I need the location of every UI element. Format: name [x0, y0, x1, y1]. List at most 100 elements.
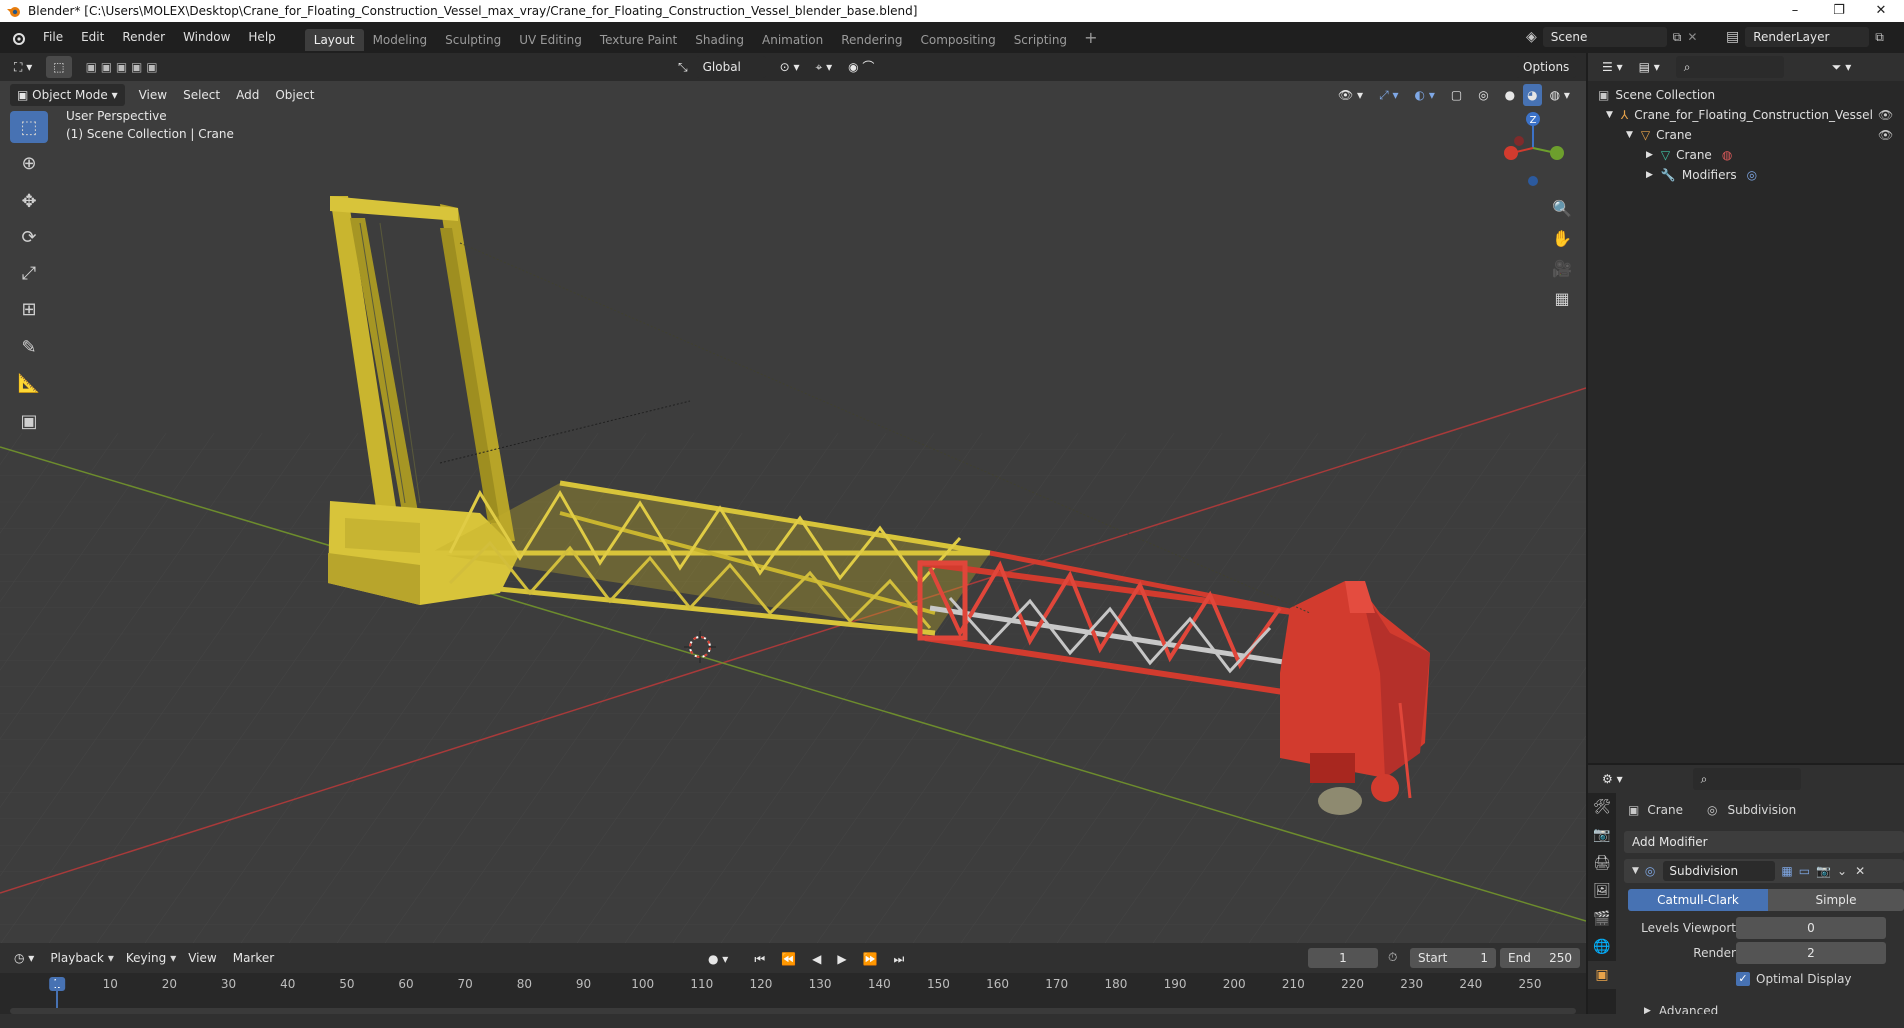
workspace-tab-scripting[interactable]: Scripting: [1005, 29, 1076, 51]
scene-icon[interactable]: ◈: [1526, 29, 1537, 45]
viewport-toggle-icon[interactable]: ▭: [1799, 864, 1810, 878]
expand-arrow-icon[interactable]: ▼: [1606, 105, 1613, 125]
simple-option[interactable]: Simple: [1768, 889, 1904, 911]
workspace-tab-uv-editing[interactable]: UV Editing: [510, 29, 591, 51]
new-scene-icon[interactable]: ⧉: [1673, 30, 1682, 45]
add-cube-tool-icon[interactable]: ▣: [10, 405, 48, 437]
add-workspace-icon[interactable]: +: [1084, 28, 1097, 47]
view-layer-tab-icon[interactable]: 🖼: [1588, 877, 1616, 905]
move-tool-icon[interactable]: ✥: [10, 185, 48, 217]
annotate-tool-icon[interactable]: ✎: [10, 331, 48, 363]
ortho-grid-icon[interactable]: ▦: [1547, 283, 1577, 313]
workspace-tab-modeling[interactable]: Modeling: [364, 29, 437, 51]
proportional-edit-icon[interactable]: ◉ ⌒: [840, 56, 882, 78]
tool-tab-icon[interactable]: 🛠: [1588, 793, 1616, 821]
workspace-tab-texture-paint[interactable]: Texture Paint: [591, 29, 686, 51]
viewport-menu-select[interactable]: Select: [175, 84, 228, 106]
viewport-menu-add[interactable]: Add: [228, 84, 267, 106]
catmull-clark-option[interactable]: Catmull-Clark: [1628, 889, 1768, 911]
camera-view-icon[interactable]: 🎥: [1547, 253, 1577, 283]
workspace-tab-compositing[interactable]: Compositing: [911, 29, 1004, 51]
modifier-menu-icon[interactable]: ⌄: [1837, 864, 1847, 878]
editor-type-icon[interactable]: ⛶ ▾: [6, 56, 40, 78]
scale-tool-icon[interactable]: ⤢: [10, 257, 48, 289]
scene-tab-icon[interactable]: 🎬: [1588, 905, 1616, 933]
output-tab-icon[interactable]: 🖨: [1588, 849, 1616, 877]
workspace-tab-layout[interactable]: Layout: [304, 29, 364, 51]
blender-menu-icon[interactable]: [10, 30, 26, 46]
workspace-tab-animation[interactable]: Animation: [753, 29, 832, 51]
minimize-button[interactable]: –: [1772, 0, 1818, 22]
world-tab-icon[interactable]: 🌐: [1588, 933, 1616, 961]
modifier-name-input[interactable]: Subdivision: [1663, 861, 1776, 881]
view-layer-icon[interactable]: ▤: [1726, 29, 1739, 45]
options-dropdown[interactable]: Options: [1516, 56, 1577, 78]
outliner-item-crane-object[interactable]: ▼ ▽ Crane 👁: [1626, 125, 1893, 145]
selection-mode-icons[interactable]: ▣ ▣ ▣ ▣ ▣: [78, 56, 166, 78]
workspace-tab-sculpting[interactable]: Sculpting: [436, 29, 510, 51]
workspace-tab-rendering[interactable]: Rendering: [832, 29, 911, 51]
cursor-tool-icon[interactable]: ⊕: [10, 147, 48, 179]
outliner-item-root-empty[interactable]: ▼ ⅄ Crane_for_Floating_Construction_Vess…: [1606, 105, 1893, 125]
view-layer-selector[interactable]: RenderLayer: [1745, 27, 1870, 47]
filter-icon[interactable]: ⏷ ▾: [1824, 56, 1859, 78]
render-levels-field[interactable]: 2: [1736, 942, 1886, 964]
snap-icon[interactable]: ⌖ ▾: [808, 56, 841, 78]
viewport-menu-view[interactable]: View: [131, 84, 175, 106]
outliner-item-modifiers[interactable]: ▶ 🔧 Modifiers ◎: [1646, 165, 1757, 185]
new-view-layer-icon[interactable]: ⧉: [1875, 30, 1884, 45]
xray-icon[interactable]: ▢: [1443, 84, 1470, 106]
menu-render[interactable]: Render: [113, 22, 174, 53]
close-window-button[interactable]: ✕: [1858, 0, 1904, 22]
timeline-frame-ruler[interactable]: 1102030405060708090100110120130140150160…: [0, 943, 1586, 1003]
visibility-icon[interactable]: 👁 ▾: [1330, 84, 1371, 106]
menu-window[interactable]: Window: [174, 22, 239, 53]
render-tab-icon[interactable]: 📷: [1588, 821, 1616, 849]
add-modifier-button[interactable]: Add Modifier: [1624, 831, 1904, 853]
properties-search-input[interactable]: ⌕: [1692, 768, 1801, 790]
pan-hand-icon[interactable]: ✋: [1547, 223, 1577, 253]
optimal-display-checkbox-row[interactable]: ✓ Optimal Display: [1736, 969, 1852, 989]
restore-button[interactable]: ❐: [1816, 0, 1862, 22]
shading-material-icon[interactable]: ◕: [1523, 84, 1542, 106]
transform-orientation-icon[interactable]: ⤡: [670, 56, 696, 78]
visibility-eye-icon[interactable]: 👁: [1878, 105, 1893, 125]
pivot-point-icon[interactable]: ⊙ ▾: [772, 56, 808, 78]
rotate-tool-icon[interactable]: ⟳: [10, 221, 48, 253]
display-mode-icon[interactable]: ▤ ▾: [1631, 56, 1668, 78]
remove-modifier-icon[interactable]: ✕: [1855, 864, 1865, 878]
viewport-scene[interactable]: Z: [0, 53, 1586, 943]
playhead[interactable]: [56, 978, 58, 1008]
visibility-eye-icon[interactable]: 👁: [1878, 125, 1893, 145]
object-mode-dropdown[interactable]: ▣ Object Mode ▾: [10, 84, 125, 106]
overlay-toggle-icon[interactable]: ◐ ▾: [1407, 84, 1443, 106]
menu-help[interactable]: Help: [239, 22, 284, 53]
viewport-menu-object[interactable]: Object: [267, 84, 322, 106]
collapse-arrow-icon[interactable]: ▶: [1646, 145, 1653, 165]
zoom-icon[interactable]: 🔍: [1547, 193, 1577, 223]
levels-viewport-field[interactable]: 0: [1736, 917, 1886, 939]
measure-tool-icon[interactable]: 📐: [10, 367, 48, 399]
menu-edit[interactable]: Edit: [72, 22, 113, 53]
object-tab-icon[interactable]: ▣: [1588, 961, 1616, 989]
select-tool-icon[interactable]: ⬚: [46, 56, 72, 78]
gizmo-toggle-icon[interactable]: ⤢ ▾: [1371, 84, 1406, 106]
shading-solid-icon[interactable]: ●: [1497, 84, 1523, 106]
collapse-arrow-icon[interactable]: ▶: [1646, 165, 1653, 185]
properties-editor-type-icon[interactable]: ⚙ ▾: [1594, 768, 1631, 790]
shading-rendered-icon[interactable]: ◍ ▾: [1542, 84, 1578, 106]
delete-scene-icon[interactable]: ✕: [1687, 30, 1697, 44]
select-box-icon[interactable]: ⬚: [10, 111, 48, 143]
outliner-editor-type-icon[interactable]: ☰ ▾: [1594, 56, 1631, 78]
scene-collection-row[interactable]: ▣ Scene Collection: [1598, 85, 1715, 105]
3d-viewport[interactable]: Z ⛶ ▾ ⬚ ▣ ▣ ▣ ▣ ▣ ⤡ Global ⊙ ▾ ⌖ ▾ ◉ ⌒ O…: [0, 53, 1586, 943]
transform-tool-icon[interactable]: ⊞: [10, 293, 48, 325]
edit-mode-toggle-icon[interactable]: ▦: [1781, 864, 1792, 878]
menu-file[interactable]: File: [34, 22, 72, 53]
scene-selector[interactable]: Scene: [1542, 27, 1667, 47]
outliner-item-crane-mesh[interactable]: ▶ ▽ Crane ◍: [1646, 145, 1732, 165]
workspace-tab-shading[interactable]: Shading: [686, 29, 753, 51]
checkbox-checked-icon[interactable]: ✓: [1736, 972, 1750, 986]
expand-arrow-icon[interactable]: ▼: [1626, 125, 1633, 145]
modifier-expand-icon[interactable]: ▼: [1632, 866, 1639, 876]
